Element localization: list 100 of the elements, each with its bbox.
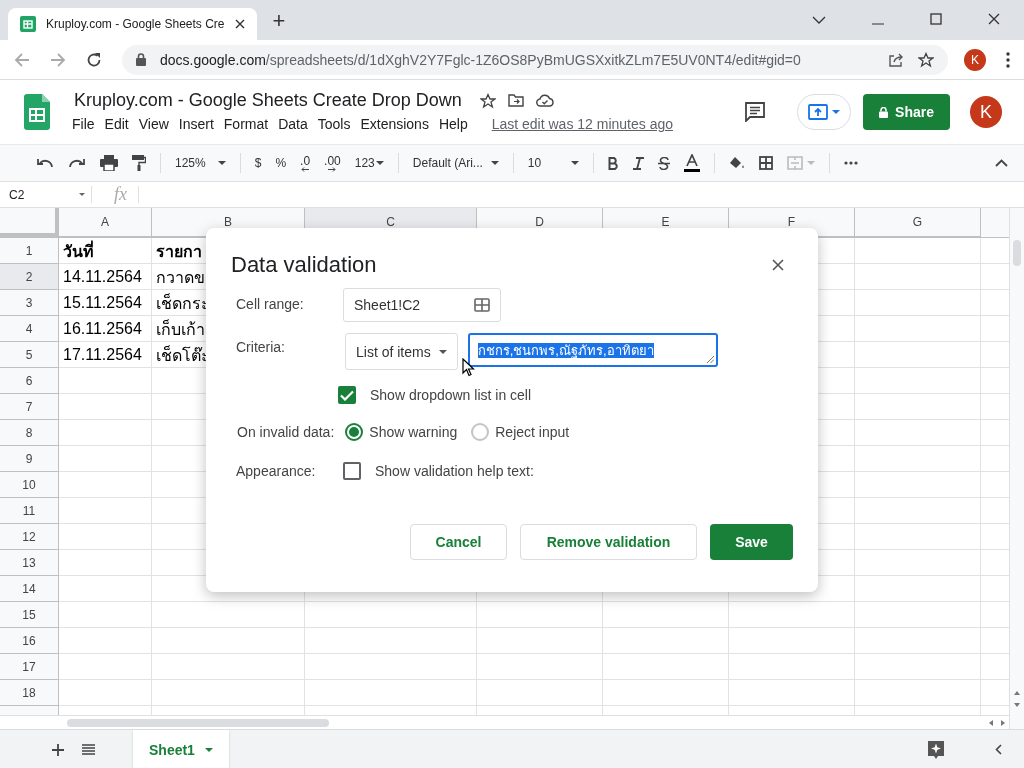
star-icon[interactable] xyxy=(918,51,934,68)
vertical-scrollbar-thumb[interactable] xyxy=(1013,240,1021,266)
menu-item[interactable]: Extensions xyxy=(360,114,436,134)
fill-color-icon[interactable] xyxy=(729,156,746,170)
cancel-button[interactable]: Cancel xyxy=(410,524,507,560)
items-input-field[interactable]: กชกร,ชนกพร,ณัฐภัทร,อาทิตยา xyxy=(467,333,718,367)
field-label: Criteria: xyxy=(235,338,286,355)
add-sheet-icon[interactable] xyxy=(52,743,64,756)
address-bar[interactable]: docs.google.com/spreadsheets/d/1dXghV2Y7Fglc-1Z6OS8PyBmUGSXxitkZLm7E5UV0NT4/edit#gid=0 xyxy=(122,44,948,75)
menu-item[interactable]: Data xyxy=(278,114,315,134)
menu-item[interactable]: Insert xyxy=(178,114,221,134)
sheet-tab[interactable]: Sheet1 xyxy=(133,730,229,768)
close-icon[interactable] xyxy=(772,259,784,271)
grid-icon[interactable] xyxy=(474,298,490,312)
save-button[interactable]: Save xyxy=(710,524,793,560)
user-avatar[interactable]: K xyxy=(970,96,1002,128)
mouse-pointer-icon xyxy=(462,358,475,377)
caret-icon xyxy=(217,161,226,165)
document-title[interactable]: Kruploy.com - Google Sheets Create Drop Down xyxy=(72,90,462,111)
cell-range-field[interactable]: Sheet1!C2 xyxy=(343,288,501,322)
remove-validation-button[interactable]: Remove validation xyxy=(520,524,697,560)
table-cell: 15.11.2564 xyxy=(63,294,142,312)
scroll-down-icon[interactable] xyxy=(1014,703,1020,707)
chevron-down-icon[interactable] xyxy=(812,15,826,25)
star-icon[interactable] xyxy=(479,92,496,109)
italic-icon[interactable] xyxy=(633,156,645,170)
maximize-icon[interactable] xyxy=(930,13,942,25)
field-label: On invalid data: xyxy=(236,424,335,440)
table-cell: 14.11.2564 xyxy=(63,268,142,286)
reload-icon[interactable] xyxy=(86,51,102,68)
radio-button[interactable] xyxy=(345,423,364,441)
close-icon[interactable] xyxy=(988,13,1000,25)
column-header[interactable]: G xyxy=(855,208,981,237)
paint-format-icon[interactable] xyxy=(132,155,146,171)
more-vertical-icon[interactable] xyxy=(1006,51,1010,68)
font-dropdown[interactable]: Default (Ari... xyxy=(412,156,499,170)
menu-item[interactable]: Help xyxy=(438,114,475,134)
scroll-left-icon[interactable] xyxy=(989,719,993,726)
zoom-dropdown[interactable]: 125% xyxy=(175,156,226,170)
cloud-icon[interactable] xyxy=(535,94,554,107)
sheets-icon xyxy=(20,16,36,32)
row-header[interactable]: 2 xyxy=(0,264,59,290)
caret-icon xyxy=(375,161,384,165)
chevron-up-icon[interactable] xyxy=(995,159,1008,167)
fx-label: fx xyxy=(92,186,139,203)
caret-icon xyxy=(204,747,213,752)
more-horizontal-icon[interactable] xyxy=(844,161,859,165)
scroll-right-icon[interactable] xyxy=(1001,719,1005,726)
last-edit-link[interactable]: Last edit was 12 minutes ago xyxy=(491,116,674,132)
caret-icon xyxy=(79,193,85,196)
comment-icon[interactable] xyxy=(745,102,766,122)
table-cell-text: รายกา xyxy=(156,241,202,262)
font-size-dropdown[interactable]: 10 xyxy=(527,156,580,170)
table-cell: 17.11.2564 xyxy=(63,346,142,364)
profile-avatar[interactable]: K xyxy=(964,48,986,71)
strikethrough-icon[interactable] xyxy=(658,156,671,170)
present-button[interactable] xyxy=(797,94,852,130)
undo-icon[interactable] xyxy=(36,158,54,168)
menu-item[interactable]: Tools xyxy=(317,114,358,134)
all-sheets-icon[interactable] xyxy=(82,744,95,755)
caret-icon xyxy=(490,161,499,165)
column-header[interactable]: A xyxy=(59,208,152,237)
resize-handle-icon[interactable] xyxy=(706,356,714,363)
bold-icon[interactable] xyxy=(608,156,620,170)
left-arrow-icon xyxy=(301,166,310,172)
share-button[interactable]: Share xyxy=(863,94,950,130)
criteria-dropdown[interactable]: List of items xyxy=(345,333,458,370)
browser-tab[interactable]: Kruploy.com - Google Sheets Cre xyxy=(8,8,257,40)
new-tab-button[interactable]: + xyxy=(272,8,286,34)
url-text: docs.google.com/spreadsheets/d/1dXghV2Y7Fglc-1Z6OS8PyBmUGSXxitkZLm7E5UV0NT4/edit#gid=0 xyxy=(160,51,801,68)
redo-icon[interactable] xyxy=(68,158,86,168)
decrease-decimal-button[interactable]: .0 xyxy=(300,154,311,172)
borders-icon[interactable] xyxy=(759,156,774,170)
right-arrow-icon xyxy=(328,166,337,172)
radio-label: Show warning xyxy=(369,424,458,440)
lock-icon xyxy=(879,106,889,118)
percent-format-button[interactable]: % xyxy=(275,156,287,170)
explore-icon[interactable] xyxy=(927,739,945,760)
menu-item[interactable]: Edit xyxy=(104,114,136,134)
radio-button[interactable] xyxy=(471,423,490,441)
menu-item[interactable]: Format xyxy=(223,114,276,134)
checkbox[interactable] xyxy=(338,386,356,404)
text-color-icon[interactable] xyxy=(684,154,701,172)
sheets-logo-icon[interactable] xyxy=(24,94,50,130)
number-format-dropdown[interactable]: 123 xyxy=(354,156,384,170)
increase-decimal-button[interactable]: .00 xyxy=(324,154,341,172)
close-icon[interactable] xyxy=(234,19,245,29)
scroll-up-icon[interactable] xyxy=(1014,691,1020,695)
caret-icon xyxy=(832,110,841,114)
menu-item[interactable]: File xyxy=(72,114,102,134)
currency-format-button[interactable]: $ xyxy=(254,156,262,170)
name-box[interactable]: C2 xyxy=(0,186,92,203)
folder-icon[interactable] xyxy=(507,94,524,107)
share-icon[interactable] xyxy=(888,51,904,68)
menu-item[interactable]: View xyxy=(138,114,176,134)
chevron-left-icon[interactable] xyxy=(995,744,1002,755)
print-icon[interactable] xyxy=(100,155,118,171)
horizontal-scrollbar-thumb[interactable] xyxy=(67,718,329,727)
merge-cells-icon[interactable] xyxy=(787,156,816,170)
checkbox[interactable] xyxy=(343,462,361,480)
